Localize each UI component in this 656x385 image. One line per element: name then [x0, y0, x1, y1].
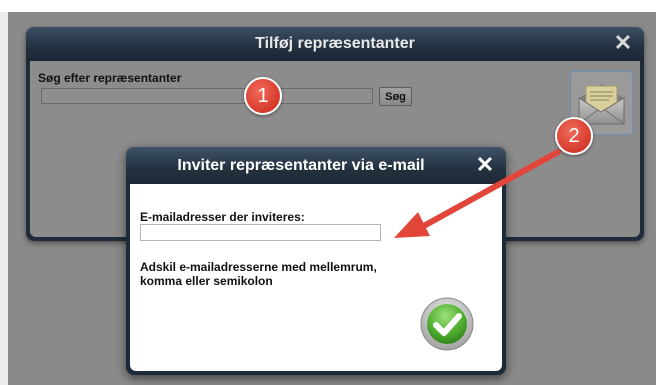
search-representatives-label: Søg efter repræsentanter [38, 71, 182, 85]
email-addresses-label: E-mailadresser der inviteres: [140, 210, 305, 224]
help-text-line-1: Adskil e-mailadresserne med mellemrum, [140, 260, 377, 274]
help-text-line-2: komma eller semikolon [140, 274, 273, 288]
email-addresses-input[interactable] [140, 224, 381, 241]
checkmark-icon [420, 297, 474, 351]
step-2-badge: 2 [555, 117, 593, 155]
search-button[interactable]: Søg [379, 87, 412, 106]
separator-help-text: Adskil e-mailadresserne med mellemrum, k… [140, 260, 400, 288]
invite-by-email-titlebar: Inviter repræsentanter via e-mail ✕ [126, 147, 506, 184]
search-representatives-input[interactable] [41, 88, 373, 104]
add-representatives-titlebar: Tilføj repræsentanter ✕ [26, 27, 644, 61]
invite-by-email-title: Inviter repræsentanter via e-mail [177, 157, 425, 174]
step-1-badge: 1 [244, 77, 282, 115]
add-representatives-title: Tilføj repræsentanter [255, 35, 415, 52]
close-icon[interactable]: ✕ [612, 32, 634, 54]
close-icon[interactable]: ✕ [474, 154, 496, 176]
confirm-invite-button[interactable] [420, 297, 474, 351]
